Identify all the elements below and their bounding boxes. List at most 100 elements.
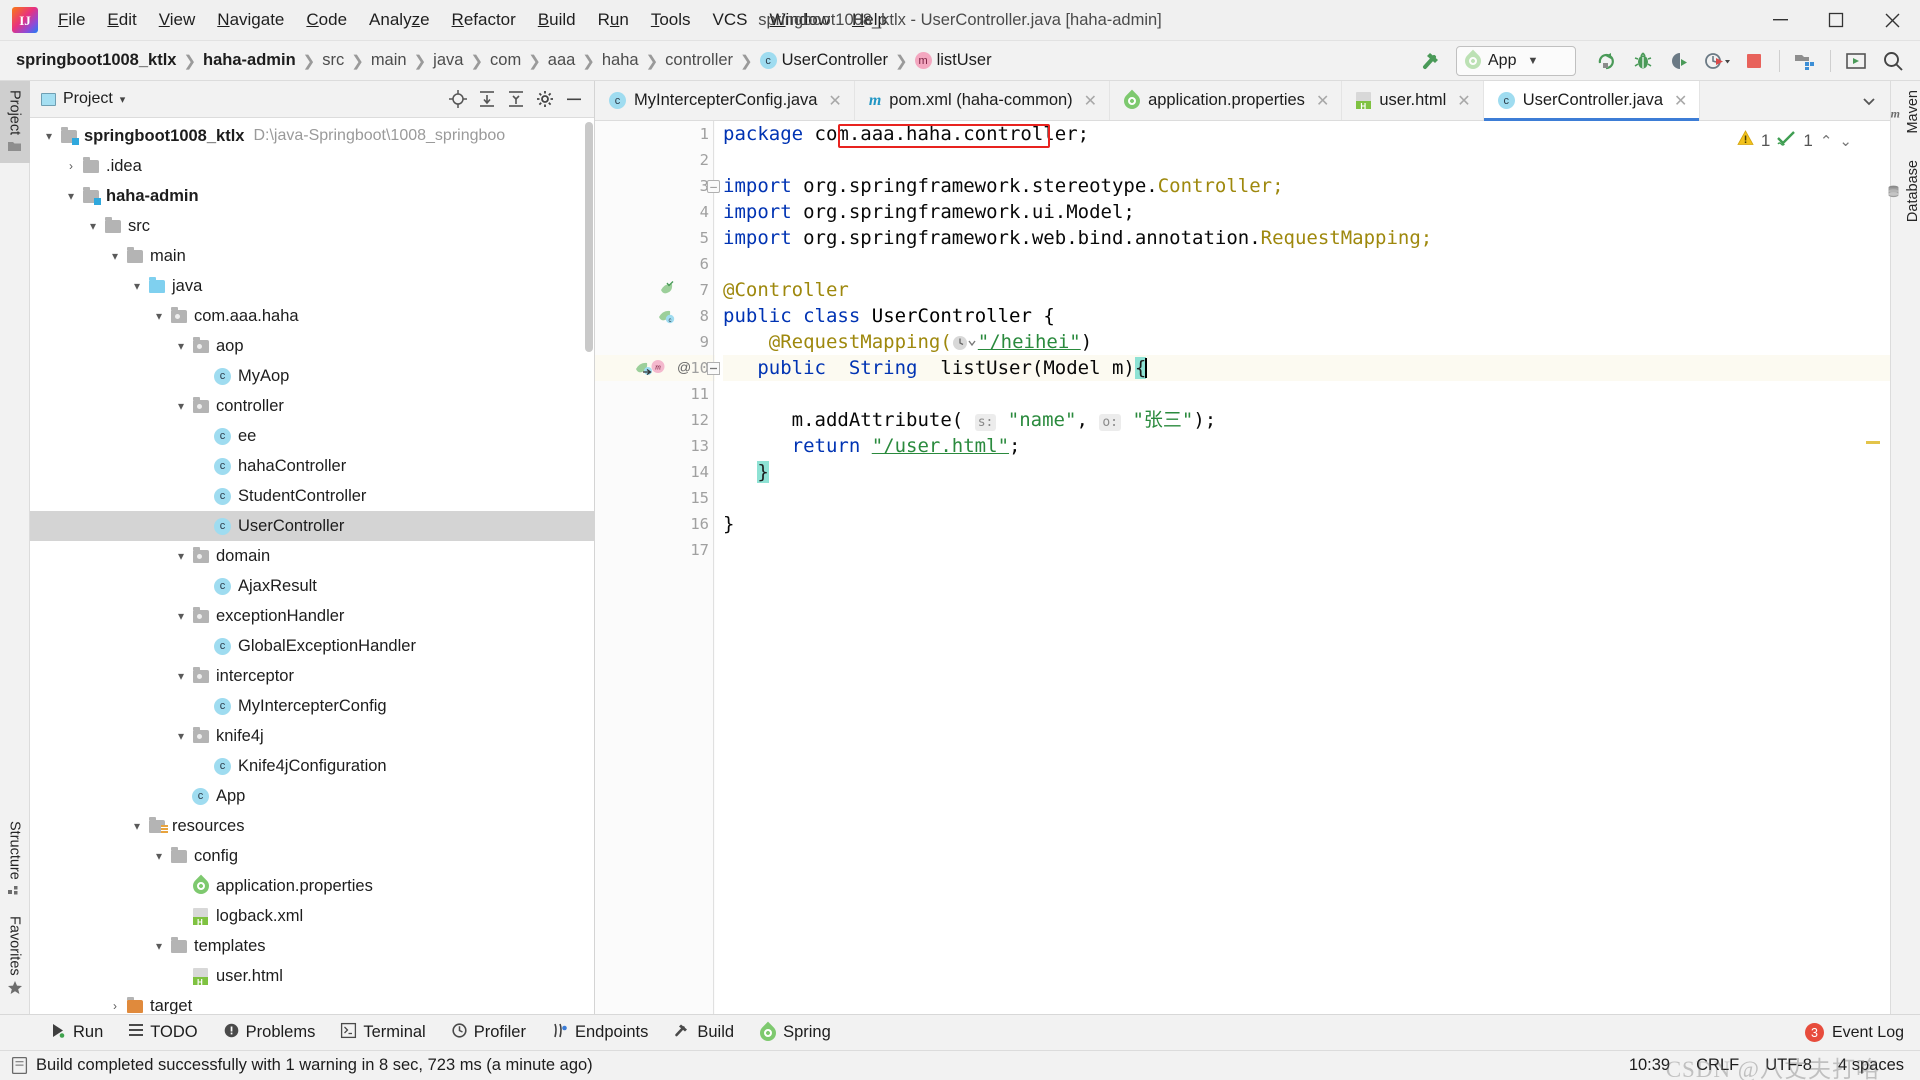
event-log-group[interactable]: 3 Event Log (1804, 1023, 1920, 1042)
tree-node-user-html[interactable]: user.html (30, 961, 594, 991)
hide-panel-icon[interactable] (560, 86, 587, 112)
gutter-icon-spring-bean[interactable] (657, 281, 677, 299)
editor-tab-user-html[interactable]: user.html ✕ (1342, 81, 1484, 120)
tree-expand-arrow[interactable]: ▾ (172, 399, 190, 413)
project-panel-title-group[interactable]: Project ▾ (41, 90, 125, 108)
close-icon[interactable]: ✕ (1316, 91, 1329, 111)
tree-expand-arrow[interactable]: ▾ (172, 549, 190, 563)
bottom-tab-terminal[interactable]: Terminal (328, 1020, 438, 1046)
breadcrumb-item-main[interactable]: main (371, 51, 407, 70)
tree-expand-arrow[interactable]: ▾ (172, 339, 190, 353)
tree-node-usercontroller[interactable]: c UserController (30, 511, 594, 541)
tree-node-studentcontroller[interactable]: c StudentController (30, 481, 594, 511)
breadcrumb-item-method[interactable]: listUser (937, 51, 992, 70)
tree-node-myintercepterconfig[interactable]: c MyIntercepterConfig (30, 691, 594, 721)
menu-build[interactable]: Build (527, 6, 587, 34)
menu-vcs[interactable]: VCS (702, 6, 759, 34)
code-editor[interactable]: 1 1 ⌃ ⌄ 1 2 3 4 5 6 7 c 8 9 m @10 11 12 13 14 15 16 17 – (595, 121, 1890, 1014)
bottom-tab-endpoints[interactable]: Endpoints (539, 1020, 661, 1046)
menu-tools[interactable]: Tools (640, 6, 702, 34)
chevron-down-icon[interactable]: ▾ (120, 93, 126, 106)
code-content[interactable]: package com.aaa.haha.controller; import … (715, 121, 1890, 1014)
bottom-tab-spring[interactable]: Spring (747, 1020, 844, 1045)
bottom-tab-todo[interactable]: TODO (116, 1020, 210, 1045)
editor-tab-usercontroller-java[interactable]: c UserController.java ✕ (1483, 81, 1701, 121)
prev-highlight-icon[interactable]: ⌃ (1820, 132, 1833, 150)
tree-node-templates[interactable]: ▾ templates (30, 931, 594, 961)
menu-analyze[interactable]: Analyze (358, 6, 441, 34)
menu-view[interactable]: View (148, 6, 207, 34)
breadcrumb-item-src[interactable]: src (322, 51, 344, 70)
sidebar-item-favorites[interactable]: Favorites (0, 907, 30, 1006)
tree-node-resources[interactable]: ▾ resources (30, 811, 594, 841)
menu-help[interactable]: Help (841, 6, 898, 34)
tree-node-ee[interactable]: c ee (30, 421, 594, 451)
close-icon[interactable]: ✕ (1457, 91, 1470, 111)
menu-file[interactable]: File (47, 6, 96, 34)
tree-node-application-properties[interactable]: application.properties (30, 871, 594, 901)
tree-node-app[interactable]: c App (30, 781, 594, 811)
chevron-down-icon[interactable] (1854, 86, 1884, 116)
tree-node-config[interactable]: ▾ config (30, 841, 594, 871)
tree-expand-arrow[interactable]: ▾ (150, 309, 168, 323)
editor-tab-myintercepterconfig[interactable]: c MyIntercepterConfig.java ✕ (595, 81, 855, 120)
menu-edit[interactable]: Edit (96, 6, 147, 34)
tree-node-controller[interactable]: ▾ controller (30, 391, 594, 421)
tree-expand-arrow[interactable]: ▾ (172, 729, 190, 743)
breadcrumb-item-project[interactable]: springboot1008_ktlx (16, 51, 176, 70)
menu-refactor[interactable]: Refactor (441, 6, 527, 34)
close-icon[interactable]: ✕ (1084, 91, 1097, 111)
status-indent[interactable]: 4 spaces (1838, 1056, 1904, 1075)
tree-node--idea[interactable]: › .idea (30, 151, 594, 181)
tree-expand-arrow[interactable]: ▾ (172, 609, 190, 623)
tree-expand-arrow[interactable]: ▾ (172, 669, 190, 683)
project-structure-icon[interactable] (1788, 45, 1822, 77)
menu-navigate[interactable]: Navigate (206, 6, 295, 34)
tree-node-exceptionhandler[interactable]: ▾ exceptionHandler (30, 601, 594, 631)
tree-node-logback-xml[interactable]: logback.xml (30, 901, 594, 931)
bottom-tab-profiler[interactable]: Profiler (439, 1020, 539, 1046)
locate-file-icon[interactable] (444, 86, 471, 112)
tree-node-ajaxresult[interactable]: c AjaxResult (30, 571, 594, 601)
menu-code[interactable]: Code (295, 6, 358, 34)
tree-expand-arrow[interactable]: › (62, 159, 80, 173)
gutter-icon-spring-bean-class[interactable]: c (657, 307, 677, 325)
inspection-widget[interactable]: 1 1 ⌃ ⌄ (1737, 130, 1852, 151)
tree-expand-arrow[interactable]: ▾ (84, 219, 102, 233)
rerun-icon[interactable] (1589, 45, 1623, 77)
maximize-button[interactable] (1808, 0, 1864, 41)
minimize-button[interactable] (1752, 0, 1808, 41)
close-icon[interactable]: ✕ (1674, 91, 1687, 111)
breadcrumb-item-aaa[interactable]: aaa (548, 51, 576, 70)
tree-node-main[interactable]: ▾ main (30, 241, 594, 271)
editor-tab-application-properties[interactable]: application.properties ✕ (1110, 81, 1343, 120)
tree-node-interceptor[interactable]: ▾ interceptor (30, 661, 594, 691)
tree-node-knife4j[interactable]: ▾ knife4j (30, 721, 594, 751)
tree-node-haha-admin[interactable]: ▾ haha-admin (30, 181, 594, 211)
tree-node-globalexceptionhandler[interactable]: c GlobalExceptionHandler (30, 631, 594, 661)
breadcrumb-item-com[interactable]: com (490, 51, 521, 70)
editor-gutter[interactable]: 1 2 3 4 5 6 7 c 8 9 m @10 11 12 13 14 15 16 17 – (595, 121, 720, 1014)
tree-node-com-aaa-haha[interactable]: ▾ com.aaa.haha (30, 301, 594, 331)
sidebar-item-database[interactable]: Database (1888, 151, 1920, 231)
run-with-coverage-icon[interactable] (1663, 45, 1697, 77)
close-icon[interactable]: ✕ (828, 91, 841, 111)
tree-expand-arrow[interactable]: ▾ (40, 129, 58, 143)
bottom-tab-run[interactable]: Run (38, 1020, 116, 1046)
gutter-icon-mapping-method[interactable]: m @ (635, 358, 691, 378)
tree-node-hahacontroller[interactable]: c hahaController (30, 451, 594, 481)
tree-node-myaop[interactable]: c MyAop (30, 361, 594, 391)
debug-icon[interactable] (1626, 45, 1660, 77)
tree-node-target[interactable]: › target (30, 991, 594, 1014)
tree-expand-arrow[interactable]: ▾ (150, 849, 168, 863)
run-configuration-selector[interactable]: App ▼ (1456, 45, 1576, 76)
project-tree[interactable]: ▾ springboot1008_ktlx D:\java-Springboot\1… (30, 118, 594, 1014)
menu-run[interactable]: Run (587, 6, 640, 34)
tree-node-springboot1008-ktlx[interactable]: ▾ springboot1008_ktlx D:\java-Springboot\1… (30, 121, 594, 151)
breadcrumb-item-class[interactable]: UserController (782, 51, 888, 70)
tree-expand-arrow[interactable]: ▾ (106, 249, 124, 263)
tree-expand-arrow[interactable]: › (106, 999, 124, 1013)
collapse-all-icon[interactable] (502, 86, 529, 112)
editor-tab-pom-xml[interactable]: m pom.xml (haha-common) ✕ (855, 81, 1111, 120)
tree-node-aop[interactable]: ▾ aop (30, 331, 594, 361)
